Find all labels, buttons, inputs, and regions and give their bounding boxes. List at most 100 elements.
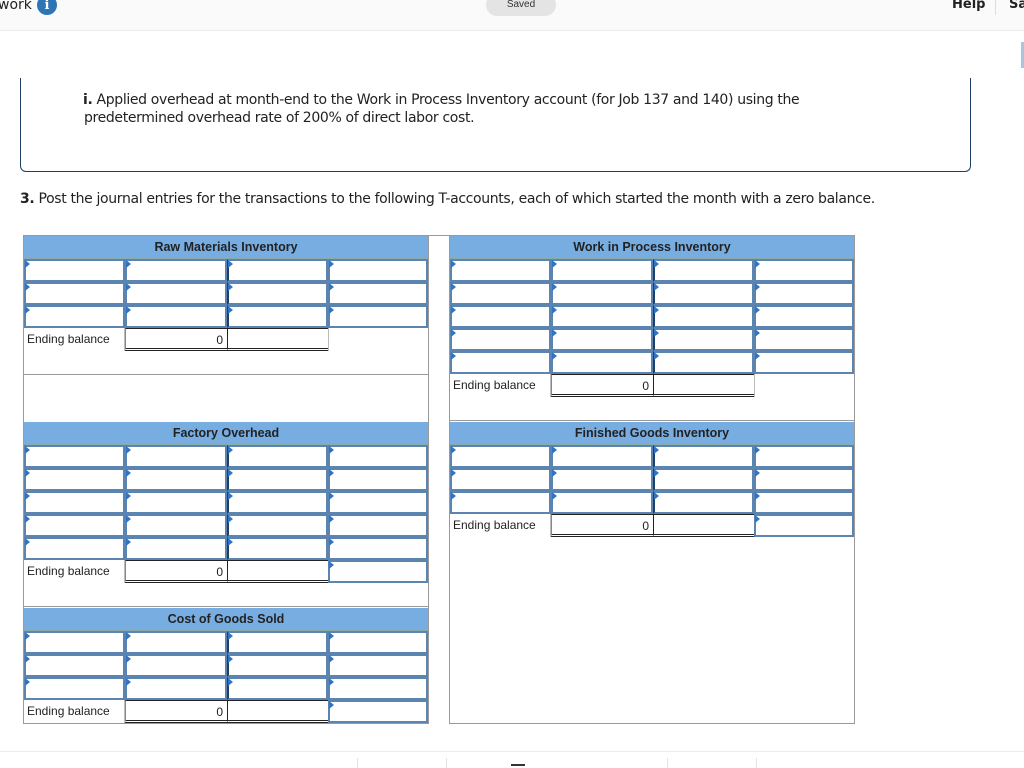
credit-account-select[interactable]	[328, 654, 428, 677]
credit-account-select[interactable]	[328, 282, 428, 305]
ending-balance-debit-value: 0	[551, 374, 653, 397]
debit-amount-input[interactable]	[551, 351, 653, 374]
credit-account-select[interactable]	[328, 491, 428, 514]
credit-account-select[interactable]	[754, 351, 854, 374]
credit-account-select[interactable]	[328, 677, 428, 700]
credit-account-select[interactable]	[328, 445, 428, 468]
debit-account-select[interactable]	[24, 514, 125, 537]
t-account-entry-row	[450, 305, 854, 328]
ending-balance-label: Ending balance	[450, 514, 551, 537]
debit-amount-input[interactable]	[125, 468, 227, 491]
credit-account-select[interactable]	[328, 259, 428, 282]
debit-account-select[interactable]	[24, 537, 125, 560]
debit-amount-input[interactable]	[125, 305, 227, 328]
debit-amount-input[interactable]	[125, 677, 227, 700]
credit-amount-input[interactable]	[653, 491, 754, 514]
debit-amount-input[interactable]	[125, 491, 227, 514]
debit-amount-input[interactable]	[125, 654, 227, 677]
debit-amount-input[interactable]	[125, 259, 227, 282]
ending-balance-row: Ending balance 0	[450, 374, 854, 397]
t-account-title: Cost of Goods Sold	[24, 608, 428, 631]
t-account-separator	[450, 420, 854, 421]
credit-account-select[interactable]	[328, 631, 428, 654]
debit-amount-input[interactable]	[125, 514, 227, 537]
debit-amount-input[interactable]	[125, 537, 227, 560]
debit-amount-input[interactable]	[125, 282, 227, 305]
credit-account-select[interactable]	[328, 305, 428, 328]
credit-amount-input[interactable]	[227, 537, 328, 560]
help-button[interactable]: Help	[952, 0, 985, 12]
ending-balance-label: Ending balance	[24, 560, 125, 583]
credit-account-select[interactable]	[754, 491, 854, 514]
credit-amount-input[interactable]	[653, 305, 754, 328]
credit-amount-input[interactable]	[653, 259, 754, 282]
ending-balance-debit-value: 0	[125, 328, 227, 351]
credit-amount-input[interactable]	[227, 259, 328, 282]
t-account-entry-row	[24, 654, 428, 677]
debit-account-select[interactable]	[24, 654, 125, 677]
credit-amount-input[interactable]	[227, 282, 328, 305]
debit-account-select[interactable]	[450, 491, 551, 514]
credit-amount-input[interactable]	[227, 514, 328, 537]
credit-amount-input[interactable]	[227, 468, 328, 491]
top-bar: work i Saved Help Sa	[0, 0, 1024, 31]
debit-amount-input[interactable]	[551, 259, 653, 282]
credit-amount-input[interactable]	[653, 445, 754, 468]
t-account-title: Work in Process Inventory	[450, 236, 854, 259]
debit-account-select[interactable]	[24, 677, 125, 700]
t-account-entry-row	[24, 468, 428, 491]
debit-account-select[interactable]	[450, 328, 551, 351]
credit-account-select[interactable]	[328, 468, 428, 491]
credit-amount-input[interactable]	[227, 631, 328, 654]
credit-account-select[interactable]	[754, 468, 854, 491]
debit-amount-input[interactable]	[551, 445, 653, 468]
debit-amount-input[interactable]	[125, 445, 227, 468]
bottom-nav-bar	[0, 751, 1024, 768]
debit-account-select[interactable]	[450, 445, 551, 468]
credit-amount-input[interactable]	[227, 677, 328, 700]
credit-amount-input[interactable]	[227, 654, 328, 677]
debit-account-select[interactable]	[24, 305, 125, 328]
debit-account-select[interactable]	[24, 259, 125, 282]
debit-amount-input[interactable]	[551, 491, 653, 514]
debit-account-select[interactable]	[450, 468, 551, 491]
debit-account-select[interactable]	[450, 282, 551, 305]
instruction-item-i: i. Applied overhead at month-end to the …	[83, 91, 843, 127]
debit-amount-input[interactable]	[551, 328, 653, 351]
debit-amount-input[interactable]	[551, 468, 653, 491]
debit-amount-input[interactable]	[125, 631, 227, 654]
credit-amount-input[interactable]	[653, 468, 754, 491]
credit-account-select[interactable]	[328, 514, 428, 537]
credit-account-select[interactable]	[754, 305, 854, 328]
credit-amount-input[interactable]	[653, 351, 754, 374]
credit-account-select[interactable]	[754, 328, 854, 351]
t-account-cost-of-goods-sold: Cost of Goods Sold Ending balance 0	[24, 608, 428, 723]
debit-account-select[interactable]	[24, 468, 125, 491]
info-icon[interactable]: i	[37, 0, 57, 15]
save-exit-button[interactable]: Sa	[1009, 0, 1024, 12]
t-account-entry-row	[24, 514, 428, 537]
debit-account-select[interactable]	[24, 445, 125, 468]
ending-balance-account-select[interactable]	[328, 560, 428, 583]
credit-amount-input[interactable]	[227, 491, 328, 514]
debit-amount-input[interactable]	[551, 282, 653, 305]
ending-balance-account-select[interactable]	[328, 700, 428, 723]
credit-amount-input[interactable]	[653, 328, 754, 351]
credit-amount-input[interactable]	[227, 305, 328, 328]
t-account-entry-row	[24, 677, 428, 700]
credit-amount-input[interactable]	[227, 445, 328, 468]
debit-amount-input[interactable]	[551, 305, 653, 328]
debit-account-select[interactable]	[24, 631, 125, 654]
debit-account-select[interactable]	[450, 305, 551, 328]
credit-amount-input[interactable]	[653, 282, 754, 305]
debit-account-select[interactable]	[450, 351, 551, 374]
question-3: 3. Post the journal entries for the tran…	[20, 191, 875, 207]
debit-account-select[interactable]	[24, 282, 125, 305]
credit-account-select[interactable]	[754, 445, 854, 468]
credit-account-select[interactable]	[754, 259, 854, 282]
debit-account-select[interactable]	[24, 491, 125, 514]
credit-account-select[interactable]	[328, 537, 428, 560]
ending-balance-account-select[interactable]	[754, 514, 854, 537]
debit-account-select[interactable]	[450, 259, 551, 282]
credit-account-select[interactable]	[754, 282, 854, 305]
